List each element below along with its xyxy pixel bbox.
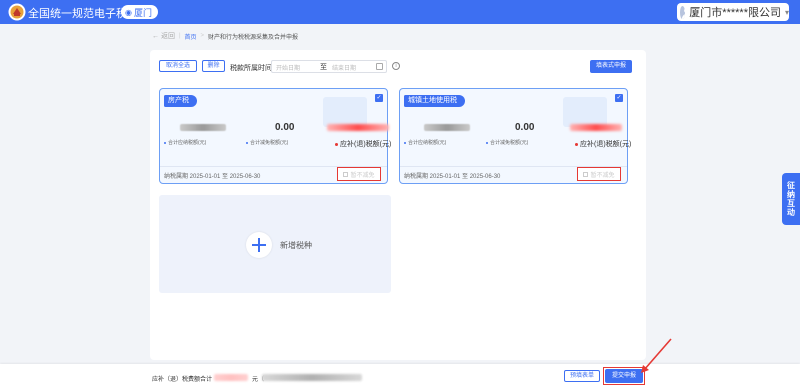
total-detail-redacted xyxy=(262,374,362,381)
waive-reduction-checkbox[interactable]: 暂不减免 xyxy=(577,167,621,181)
user-menu[interactable]: 厦门市******限公司 ▾ xyxy=(677,3,789,21)
start-date-input[interactable]: 开始日期 xyxy=(276,63,300,72)
payable-amount-redacted xyxy=(570,124,622,131)
card-checkbox[interactable]: ✓ xyxy=(615,94,623,102)
checkbox-icon xyxy=(583,171,589,177)
tax-period-label: 税款所属时间 xyxy=(230,65,272,72)
tax-card-land-use[interactable]: 城镇土地使用税 ✓ 0.00 合计应纳税额(元) 合计减免税额(元) 应补(退)… xyxy=(399,88,631,184)
form-declare-button[interactable]: 填表式申报 xyxy=(590,60,632,73)
date-range-separator: 至 xyxy=(320,64,327,71)
location-pin-icon: ◉ xyxy=(125,7,132,17)
cancel-select-all-button[interactable]: 取消全选 xyxy=(159,60,197,72)
total-tax-amount-redacted xyxy=(424,124,470,131)
total-amount-redacted xyxy=(214,374,248,381)
checkbox-icon xyxy=(343,171,349,177)
side-interaction-tab[interactable]: 征纳互动 xyxy=(782,173,800,225)
total-tax-amount-redacted xyxy=(180,124,226,131)
reduction-label: 合计减免税额(元) xyxy=(246,139,288,146)
reduction-amount: 0.00 xyxy=(515,122,535,133)
region-label: 厦门 xyxy=(133,7,152,18)
back-link[interactable]: ← 返回 xyxy=(152,31,175,41)
top-bar: 全国统一规范电子税务局 ◉ 厦门 厦门市******限公司 ▾ xyxy=(0,0,800,24)
delete-button[interactable]: 删除 xyxy=(202,60,225,72)
card-title: 房产税 xyxy=(164,95,197,107)
breadcrumb-home[interactable]: 首页 xyxy=(185,32,197,41)
breadcrumb: ← 返回 | 首页 > 财产和行为税税源采集及合并申报 xyxy=(152,31,298,41)
add-tax-type-label: 新增税种 xyxy=(280,241,312,250)
bottom-bar: 应补（退）税费额合计 元（ xyxy=(0,364,800,390)
total-label: 应补（退）税费额合计 xyxy=(152,377,213,383)
breadcrumb-separator: > xyxy=(200,33,205,39)
card-checkbox[interactable]: ✓ xyxy=(375,94,383,102)
annotation-arrow-icon xyxy=(641,338,672,373)
card-illustration-icon xyxy=(323,97,367,127)
reduction-amount: 0.00 xyxy=(275,122,295,133)
payable-label: 应补(退)税额(元) xyxy=(335,139,391,149)
total-tax-label: 合计应纳税额(元) xyxy=(404,139,446,146)
chevron-down-icon: ▾ xyxy=(784,7,789,17)
card-period: 纳税属期 2025-01-01 至 2025-06-30 xyxy=(164,174,261,180)
payable-amount-redacted xyxy=(327,124,389,131)
reduction-label: 合计减免税额(元) xyxy=(486,139,528,146)
user-name: 厦门市******限公司 xyxy=(689,7,781,19)
card-period: 纳税属期 2025-01-01 至 2025-06-30 xyxy=(404,174,501,180)
card-title: 城镇土地使用税 xyxy=(404,95,465,107)
total-tax-label: 合计应纳税额(元) xyxy=(164,139,206,146)
plus-icon xyxy=(246,232,272,258)
date-range-picker[interactable]: 开始日期 至 结束日期 xyxy=(271,60,387,73)
tax-bureau-logo-icon xyxy=(8,3,26,21)
payable-label: 应补(退)税额(元) xyxy=(575,139,631,149)
avatar-icon xyxy=(680,5,686,19)
info-icon[interactable]: i xyxy=(392,62,400,70)
preview-form-button[interactable]: 预填表单 xyxy=(564,370,600,382)
add-tax-type-card[interactable]: 新增税种 xyxy=(159,195,391,293)
card-illustration-icon xyxy=(563,97,607,127)
breadcrumb-current: 财产和行为税税源采集及合并申报 xyxy=(208,34,299,41)
breadcrumb-divider: | xyxy=(178,33,181,39)
calendar-icon xyxy=(376,63,383,70)
waive-reduction-checkbox[interactable]: 暂不减免 xyxy=(337,167,381,181)
tax-card-property[interactable]: 房产税 ✓ 0.00 合计应纳税额(元) 合计减免税额(元) 应补(退)税额(元… xyxy=(159,88,391,184)
region-selector[interactable]: ◉ 厦门 xyxy=(121,5,158,19)
end-date-input[interactable]: 结束日期 xyxy=(332,63,356,72)
